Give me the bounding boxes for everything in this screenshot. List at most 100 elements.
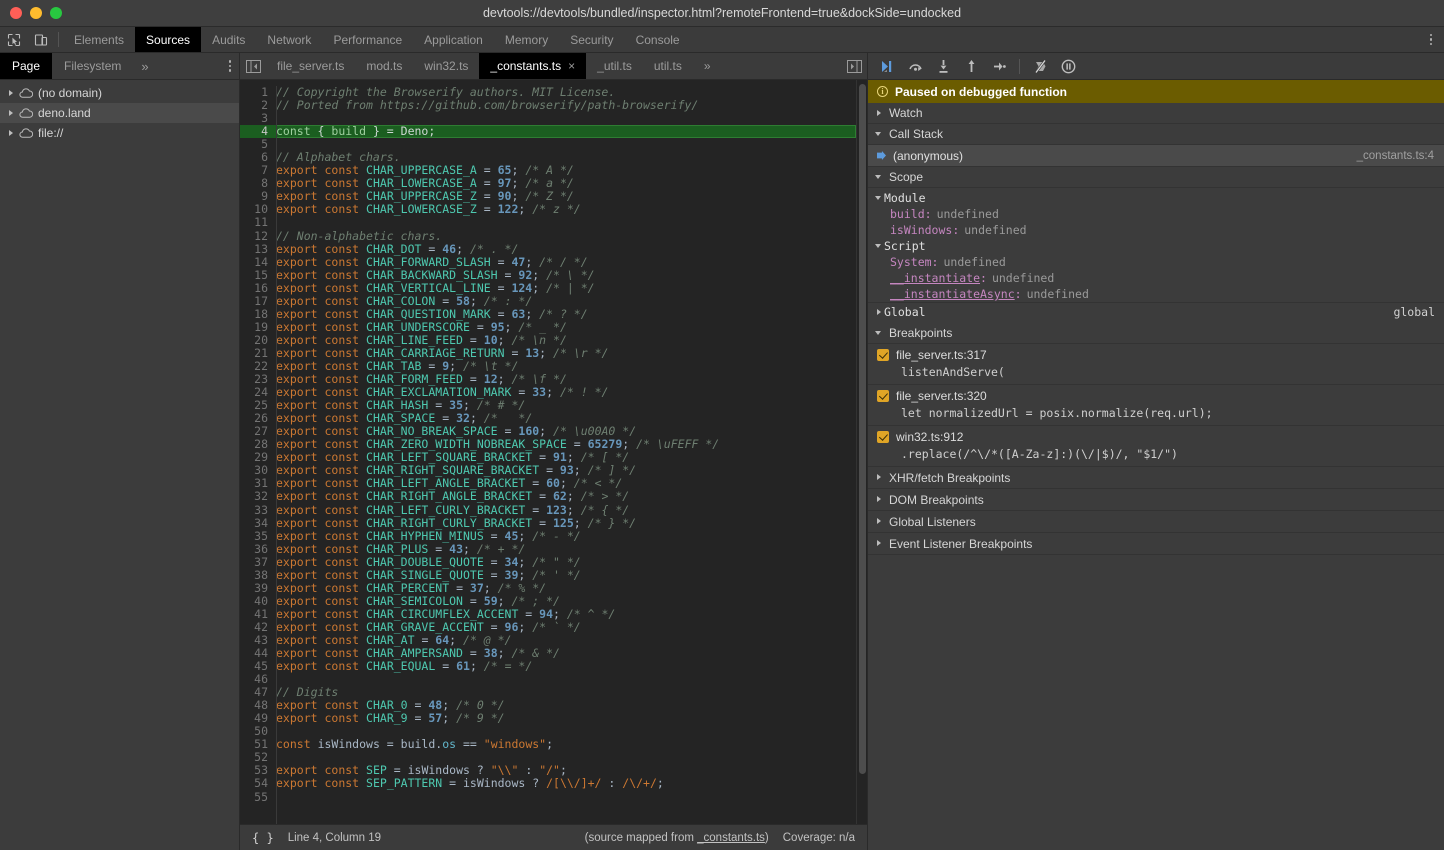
navigator-tree-item[interactable]: file://	[0, 123, 239, 143]
tab-navigation-icon[interactable]	[240, 53, 266, 79]
panel-tab-security[interactable]: Security	[559, 27, 624, 52]
minimize-window-button[interactable]	[30, 7, 42, 19]
navigator-tree-item[interactable]: deno.land	[0, 103, 239, 123]
line-number[interactable]: 7	[240, 164, 276, 177]
line-number[interactable]: 8	[240, 177, 276, 190]
breakpoint-item[interactable]: win32.ts:912.replace(/^\/*([A-Za-z]:)(\/…	[868, 426, 1444, 467]
main-menu-icon[interactable]	[1418, 27, 1444, 52]
toggle-device-toolbar-icon[interactable]	[27, 27, 54, 52]
panel-tab-performance[interactable]: Performance	[322, 27, 413, 52]
step-icon[interactable]	[986, 55, 1012, 77]
line-number[interactable]: 42	[240, 621, 276, 634]
breakpoint-checkbox[interactable]	[877, 390, 889, 402]
line-number[interactable]: 35	[240, 530, 276, 543]
code-viewer[interactable]: 1// Copyright the Browserify authors. MI…	[240, 80, 867, 824]
tab-list-icon[interactable]	[841, 53, 867, 79]
navigator-menu-icon[interactable]	[221, 53, 240, 79]
scope-section-header[interactable]: Scope	[868, 167, 1444, 188]
chevron-right-icon[interactable]	[875, 308, 884, 317]
panel-tab-sources[interactable]: Sources	[135, 27, 201, 52]
source-code[interactable]: 1// Copyright the Browserify authors. MI…	[240, 80, 856, 804]
file-tab-file_server-ts[interactable]: file_server.ts	[266, 53, 355, 79]
file-tab-_util-ts[interactable]: _util.ts	[586, 53, 643, 79]
line-number[interactable]: 37	[240, 556, 276, 569]
code-line[interactable]: 55	[240, 791, 856, 804]
editor-vertical-scrollbar[interactable]	[856, 80, 867, 824]
breakpoint-location[interactable]: win32.ts:912	[896, 430, 963, 444]
chevron-down-icon[interactable]	[875, 242, 884, 251]
line-number[interactable]: 15	[240, 269, 276, 282]
panel-tab-network[interactable]: Network	[256, 27, 322, 52]
close-window-button[interactable]	[10, 7, 22, 19]
line-number[interactable]: 6	[240, 151, 276, 164]
breakpoint-checkbox[interactable]	[877, 349, 889, 361]
line-number[interactable]: 33	[240, 504, 276, 517]
collapsed-section-header[interactable]: DOM Breakpoints	[868, 489, 1444, 511]
line-number[interactable]: 20	[240, 334, 276, 347]
maximize-window-button[interactable]	[50, 7, 62, 19]
line-number[interactable]: 14	[240, 256, 276, 269]
line-number[interactable]: 36	[240, 543, 276, 556]
line-number[interactable]: 3	[240, 112, 276, 125]
navigator-tab-filesystem[interactable]: Filesystem	[52, 53, 133, 79]
code-line[interactable]: 54export const SEP_PATTERN = isWindows ?…	[240, 777, 856, 790]
step-over-next-function-call-icon[interactable]	[902, 55, 928, 77]
breakpoints-section-header[interactable]: Breakpoints	[868, 323, 1444, 344]
call-stack-section-header[interactable]: Call Stack	[868, 124, 1444, 145]
line-number[interactable]: 2	[240, 99, 276, 112]
code-line[interactable]: 4const { build } = Deno;	[240, 125, 856, 138]
line-number[interactable]: 5	[240, 138, 276, 151]
line-number[interactable]: 34	[240, 517, 276, 530]
breakpoint-item[interactable]: file_server.ts:317listenAndServe(	[868, 344, 1444, 385]
close-icon[interactable]: ×	[568, 60, 575, 72]
navigator-more-tabs-button[interactable]: »	[133, 53, 156, 79]
collapsed-section-header[interactable]: Global Listeners	[868, 511, 1444, 533]
chevron-right-icon[interactable]	[6, 107, 18, 119]
deactivate-breakpoints-icon[interactable]	[1027, 55, 1053, 77]
panel-tab-audits[interactable]: Audits	[201, 27, 256, 52]
scope-group-header[interactable]: Module	[868, 190, 1444, 206]
code-line[interactable]: 2// Ported from https://github.com/brows…	[240, 99, 856, 112]
editor-scrollbar-thumb[interactable]	[859, 84, 866, 774]
step-out-of-current-function-icon[interactable]	[958, 55, 984, 77]
panel-tab-memory[interactable]: Memory	[494, 27, 559, 52]
line-number[interactable]: 40	[240, 595, 276, 608]
breakpoint-location[interactable]: file_server.ts:317	[896, 348, 987, 362]
line-number[interactable]: 32	[240, 490, 276, 503]
collapsed-section-header[interactable]: Event Listener Breakpoints	[868, 533, 1444, 555]
code-line[interactable]: 45export const CHAR_EQUAL = 61; /* = */	[240, 660, 856, 673]
panel-tab-console[interactable]: Console	[625, 27, 691, 52]
call-stack-frame[interactable]: (anonymous)_constants.ts:4	[868, 145, 1444, 167]
line-number[interactable]: 18	[240, 308, 276, 321]
chevron-right-icon[interactable]	[6, 87, 18, 99]
line-number[interactable]: 4	[240, 125, 276, 138]
code-line[interactable]: 49export const CHAR_9 = 57; /* 9 */	[240, 712, 856, 725]
collapsed-section-header[interactable]: XHR/fetch Breakpoints	[868, 467, 1444, 489]
line-number[interactable]: 19	[240, 321, 276, 334]
line-number[interactable]: 54	[240, 777, 276, 790]
watch-section-header[interactable]: Watch	[868, 103, 1444, 124]
line-number[interactable]: 39	[240, 582, 276, 595]
chevron-right-icon[interactable]	[6, 127, 18, 139]
scope-entry[interactable]: __instantiateAsync:undefined	[868, 286, 1444, 302]
line-number[interactable]: 12	[240, 230, 276, 243]
breakpoint-checkbox[interactable]	[877, 431, 889, 443]
pretty-print-button[interactable]: { }	[252, 831, 274, 845]
line-number[interactable]: 1	[240, 86, 276, 99]
breakpoint-item[interactable]: file_server.ts:320let normalizedUrl = po…	[868, 385, 1444, 426]
scope-entry[interactable]: build:undefined	[868, 206, 1444, 222]
source-mapped-file-link[interactable]: _constants.ts	[697, 832, 765, 844]
scope-entry[interactable]: System:undefined	[868, 254, 1444, 270]
line-number[interactable]: 38	[240, 569, 276, 582]
pause-on-exceptions-icon[interactable]	[1055, 55, 1081, 77]
file-tabs-overflow-button[interactable]: »	[693, 53, 722, 79]
file-tab-win32-ts[interactable]: win32.ts	[413, 53, 479, 79]
step-into-next-function-call-icon[interactable]	[930, 55, 956, 77]
line-number[interactable]: 13	[240, 243, 276, 256]
panel-tab-application[interactable]: Application	[413, 27, 494, 52]
scope-entry[interactable]: isWindows:undefined	[868, 222, 1444, 238]
inspect-element-icon[interactable]	[0, 27, 27, 52]
resume-script-execution-icon[interactable]	[874, 55, 900, 77]
panel-tab-elements[interactable]: Elements	[63, 27, 135, 52]
code-line[interactable]: 51const isWindows = build.os == "windows…	[240, 738, 856, 751]
